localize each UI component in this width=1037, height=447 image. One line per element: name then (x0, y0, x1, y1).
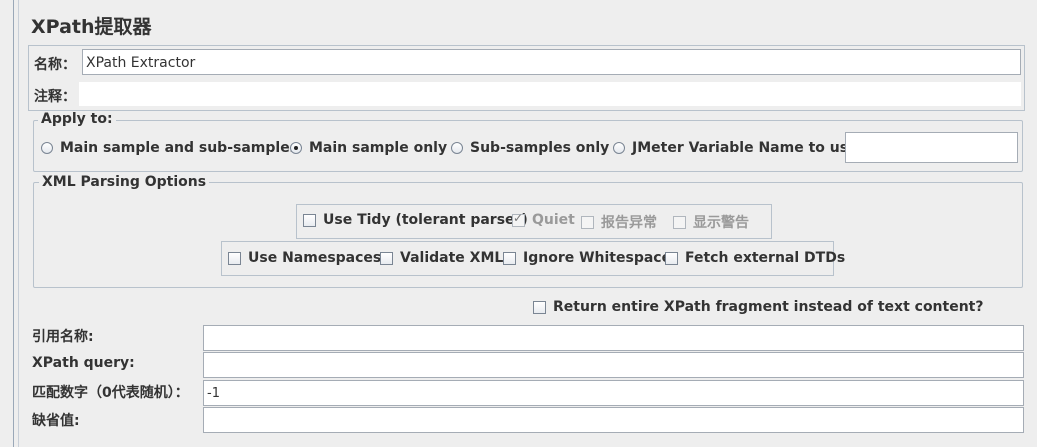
apply-to-legend: Apply to: (38, 111, 116, 127)
xml-parsing-legend: XML Parsing Options (39, 174, 210, 190)
use-tidy-checkbox[interactable]: Use Tidy (tolerant parser) (303, 212, 528, 228)
checkbox-label: 显示警告 (693, 215, 749, 231)
quiet-checkbox[interactable]: Quiet (512, 211, 575, 228)
checkbox-label: Use Namespaces (248, 250, 382, 266)
fetch-dtds-checkbox[interactable]: Fetch external DTDs (665, 250, 845, 266)
radio-circle-icon (451, 142, 463, 154)
name-input[interactable]: XPath Extractor (82, 49, 1021, 75)
radio-label: JMeter Variable Name to use (632, 140, 858, 156)
ref-name-label: 引用名称: (32, 329, 94, 345)
ref-name-input[interactable] (203, 325, 1024, 351)
jmeter-variable-input[interactable] (845, 132, 1018, 163)
radio-label: Main sample and sub-samples (60, 140, 299, 156)
radio-jmeter-variable[interactable]: JMeter Variable Name to use (613, 140, 858, 156)
checkbox-label: Return entire XPath fragment instead of … (553, 299, 984, 315)
left-border-inner (18, 0, 19, 447)
match-no-label: 匹配数字（0代表随机）： (32, 385, 189, 401)
show-warnings-checkbox[interactable]: 显示警告 (673, 212, 749, 232)
radio-circle-icon (41, 142, 53, 154)
checkbox-label: Use Tidy (tolerant parser) (323, 212, 528, 228)
checkbox-icon (380, 251, 393, 265)
default-value-label: 缺省值: (32, 413, 80, 429)
radio-label: Sub-samples only (470, 140, 610, 156)
checkbox-label: Fetch external DTDs (685, 250, 846, 266)
radio-selected-icon (290, 142, 302, 154)
checkbox-icon (673, 215, 686, 229)
xpath-query-input[interactable] (203, 352, 1024, 378)
radio-sub-only[interactable]: Sub-samples only (451, 140, 609, 156)
use-namespaces-checkbox[interactable]: Use Namespaces (228, 250, 381, 266)
checkbox-label: Validate XML (400, 250, 504, 266)
left-border (13, 0, 14, 447)
page-title: XPath提取器 (31, 16, 152, 38)
match-no-input[interactable]: -1 (203, 380, 1024, 406)
checkbox-icon (303, 213, 316, 227)
checkbox-label: 报告异常 (601, 215, 657, 231)
default-value-input[interactable] (203, 407, 1024, 433)
radio-main-only[interactable]: Main sample only (290, 140, 447, 156)
checkbox-label: Quiet (532, 212, 575, 228)
checkbox-icon (581, 215, 594, 229)
comment-label: 注释： (34, 89, 76, 105)
comment-input[interactable] (78, 81, 1022, 107)
checkbox-icon (503, 251, 516, 265)
validate-xml-checkbox[interactable]: Validate XML (380, 250, 503, 266)
radio-circle-icon (613, 142, 625, 154)
checkbox-icon (533, 300, 546, 314)
checkbox-label: Ignore Whitespace (523, 250, 672, 266)
radio-label: Main sample only (309, 140, 448, 156)
checkbox-checked-icon (512, 211, 525, 227)
xpath-query-label: XPath query: (32, 355, 135, 371)
report-errors-checkbox[interactable]: 报告异常 (581, 212, 657, 232)
return-fragment-checkbox[interactable]: Return entire XPath fragment instead of … (533, 299, 984, 315)
checkbox-icon (228, 251, 241, 265)
radio-main-and-sub[interactable]: Main sample and sub-samples (41, 140, 298, 156)
ignore-whitespace-checkbox[interactable]: Ignore Whitespace (503, 250, 671, 266)
checkbox-icon (665, 251, 678, 265)
name-label: 名称： (34, 57, 76, 73)
